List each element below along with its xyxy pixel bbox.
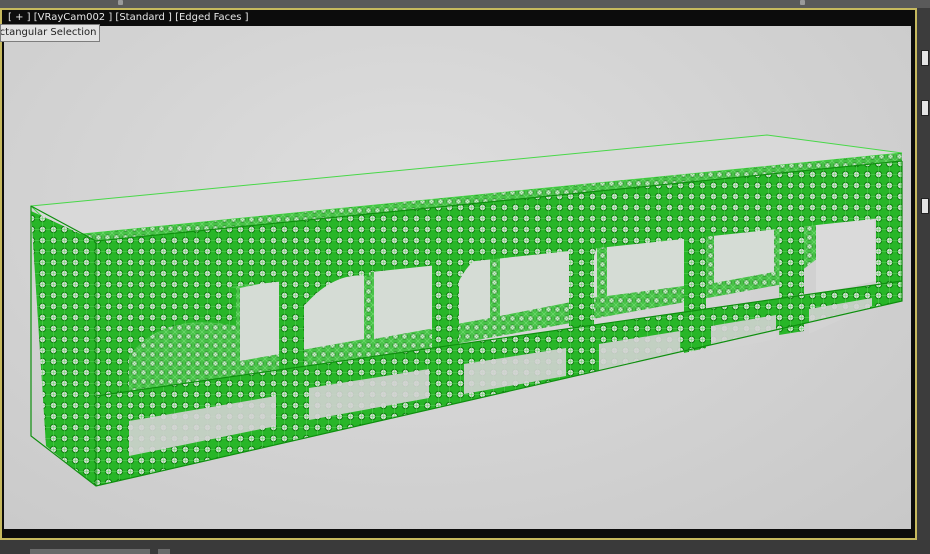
right-panel-edge [917, 8, 930, 554]
tooltip-text: Rectangular Selection Region [0, 27, 99, 38]
top-toolbar-strip [0, 0, 930, 8]
toolbar-marker [118, 0, 123, 5]
toolbar-marker [800, 0, 805, 5]
bottom-tab[interactable] [30, 549, 150, 554]
panel-toggle-button[interactable] [921, 198, 929, 214]
panel-toggle-button[interactable] [921, 50, 929, 66]
viewport-label[interactable]: [ + ] [VRayCam002 ] [Standard ] [Edged F… [8, 12, 249, 23]
panel-toggle-button[interactable] [921, 100, 929, 116]
bottom-tab[interactable] [158, 549, 170, 554]
viewport-canvas[interactable] [4, 26, 911, 529]
selection-tooltip: Rectangular Selection Region [0, 24, 100, 42]
model-wireframe [29, 134, 903, 487]
